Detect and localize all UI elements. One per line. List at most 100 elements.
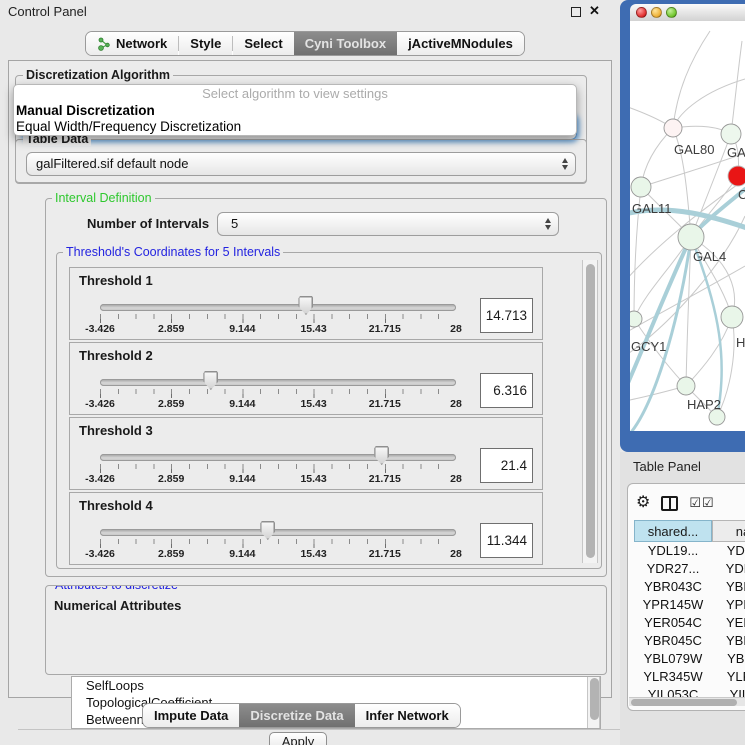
table-row[interactable]: YLR345WYLR3 [634, 668, 745, 686]
threshold-panel: Threshold 1 -3.426 2.859 9.144 15.43 21.… [69, 267, 543, 340]
combo-stepper-icon [562, 158, 568, 170]
network-node-selected[interactable] [728, 166, 745, 186]
network-node[interactable] [678, 224, 704, 250]
threshold-value-field[interactable]: 14.713 [480, 298, 533, 333]
threshold-value-field[interactable]: 6.316 [480, 373, 533, 408]
tab-label: Impute Data [154, 708, 228, 723]
control-panel-tabbar: Network Style Select Cyni Toolbox jActiv… [85, 31, 525, 56]
settings-gear-icon[interactable]: ⚙ [636, 493, 650, 513]
tab-label: jActiveMNodules [408, 36, 513, 51]
group-title: Attributes to discretize [52, 585, 181, 592]
slider-track[interactable] [100, 529, 456, 536]
thresholds-scrollbar[interactable] [582, 260, 598, 563]
network-node[interactable] [721, 306, 743, 328]
float-window-icon[interactable] [571, 7, 581, 17]
cyni-toolbox-panel: Discretization Algorithm Table Data galF… [8, 60, 612, 698]
slider-ticks [100, 314, 456, 319]
network-node[interactable] [631, 177, 651, 197]
list-scrollbar[interactable] [587, 677, 600, 728]
panel-title: Control Panel [8, 4, 87, 19]
slider-thumb[interactable] [260, 521, 275, 540]
network-canvas[interactable]: GAL80 GA C GAL11 GAL4 GCY1 H HAP2 [630, 21, 745, 431]
combo-stepper-icon [545, 218, 551, 230]
node-label-partial: GA [727, 145, 745, 160]
slider-track[interactable] [100, 454, 456, 461]
column-layout-icon[interactable] [661, 496, 678, 511]
network-window-titlebar[interactable] [630, 4, 745, 21]
tab-label: Cyni Toolbox [305, 36, 386, 51]
table-data-combobox[interactable]: galFiltered.sif default node [26, 152, 576, 176]
network-icon [97, 37, 111, 51]
table-header-row: shared... na [634, 520, 745, 542]
dropdown-item-equal-width-frequency[interactable]: Equal Width/Frequency Discretization [14, 119, 576, 135]
tab-infer-network[interactable]: Infer Network [355, 704, 460, 727]
cyni-bottom-tabbar: Impute Data Discretize Data Infer Networ… [142, 703, 461, 728]
table-row[interactable]: YER054CYER0 [634, 614, 745, 632]
group-title: Interval Definition [52, 191, 155, 205]
slider-ticks [100, 389, 456, 394]
close-icon[interactable]: ✕ [589, 3, 600, 19]
tab-discretize-data[interactable]: Discretize Data [239, 704, 354, 727]
table-row[interactable]: YBR045CYBR0 [634, 632, 745, 650]
dropdown-prompt: Select algorithm to view settings [14, 85, 576, 103]
network-node[interactable] [677, 377, 695, 395]
close-traffic-light-icon[interactable] [636, 7, 647, 18]
slider-tick-labels: -3.426 2.859 9.144 15.43 21.715 28 [100, 548, 456, 561]
table-panel-title: Table Panel [633, 459, 701, 474]
dropdown-item-manual-discretization[interactable]: Manual Discretization [14, 103, 576, 119]
attributes-group: Attributes to discretize Numerical Attri… [45, 585, 607, 675]
tab-label: Select [244, 36, 282, 51]
num-intervals-combobox[interactable]: 5 [217, 212, 559, 236]
threshold-value-field[interactable]: 11.344 [480, 523, 533, 558]
table-row[interactable]: YPR145WYPR1 [634, 596, 745, 614]
group-title: Threshold's Coordinates for 5 Intervals [63, 245, 283, 259]
tab-select[interactable]: Select [233, 32, 293, 55]
slider-tick-labels: -3.426 2.859 9.144 15.43 21.715 28 [100, 323, 456, 336]
threshold-slider[interactable]: -3.426 2.859 9.144 15.43 21.715 28 [100, 418, 456, 491]
algorithm-dropdown-popup: Select algorithm to view settings Manual… [13, 84, 577, 136]
network-node[interactable] [630, 311, 642, 327]
scrollbar-thumb[interactable] [590, 678, 599, 720]
minimize-traffic-light-icon[interactable] [651, 7, 662, 18]
tab-cyni-toolbox[interactable]: Cyni Toolbox [294, 32, 397, 55]
table-horizontal-scrollbar[interactable] [629, 697, 745, 706]
scrollbar-thumb[interactable] [631, 699, 737, 706]
node-label-partial: C [738, 187, 745, 202]
tab-style[interactable]: Style [179, 32, 232, 55]
zoom-traffic-light-icon[interactable] [666, 7, 677, 18]
tab-jactivemnodules[interactable]: jActiveMNodules [397, 32, 524, 55]
table-row[interactable]: YBR043CYBR0 [634, 578, 745, 596]
num-intervals-label: Number of Intervals [87, 216, 209, 231]
tab-label: Infer Network [366, 708, 449, 723]
slider-thumb[interactable] [374, 446, 389, 465]
slider-thumb[interactable] [298, 296, 313, 315]
tab-label: Discretize Data [250, 708, 343, 723]
list-item[interactable]: SelfLoops [72, 677, 600, 694]
network-node[interactable] [664, 119, 682, 137]
tab-network[interactable]: Network [86, 32, 178, 55]
scrollbar-thumb[interactable] [586, 264, 595, 558]
node-label-gal11: GAL11 [632, 201, 672, 216]
node-label-gcy1: GCY1 [631, 339, 666, 354]
table-row[interactable]: YBL079WYBL0 [634, 650, 745, 668]
threshold-value-field[interactable]: 21.4 [480, 448, 533, 483]
node-label-partial: H [736, 335, 745, 350]
tab-impute-data[interactable]: Impute Data [143, 704, 239, 727]
slider-track[interactable] [100, 304, 456, 311]
apply-button[interactable]: Apply [269, 732, 327, 745]
table-row[interactable]: YDR27...YDR2 [634, 560, 745, 578]
column-header-shared-name[interactable]: shared... [634, 520, 712, 542]
slider-tick-labels: -3.426 2.859 9.144 15.43 21.715 28 [100, 473, 456, 486]
column-header-name[interactable]: na [712, 520, 745, 542]
table-row[interactable]: YDL19...YDL1 [634, 542, 745, 560]
network-node[interactable] [721, 124, 741, 144]
group-title: Discretization Algorithm [23, 68, 173, 82]
checkbox-icons[interactable]: ☑☑ [689, 495, 714, 511]
slider-tick-labels: -3.426 2.859 9.144 15.43 21.715 28 [100, 398, 456, 411]
threshold-slider[interactable]: -3.426 2.859 9.144 15.43 21.715 28 [100, 343, 456, 416]
slider-thumb[interactable] [203, 371, 218, 390]
threshold-slider[interactable]: -3.426 2.859 9.144 15.43 21.715 28 [100, 493, 456, 566]
threshold-panel: Threshold 4 -3.426 2.859 9.144 15.43 21.… [69, 492, 543, 565]
threshold-slider[interactable]: -3.426 2.859 9.144 15.43 21.715 28 [100, 268, 456, 341]
slider-track[interactable] [100, 379, 456, 386]
